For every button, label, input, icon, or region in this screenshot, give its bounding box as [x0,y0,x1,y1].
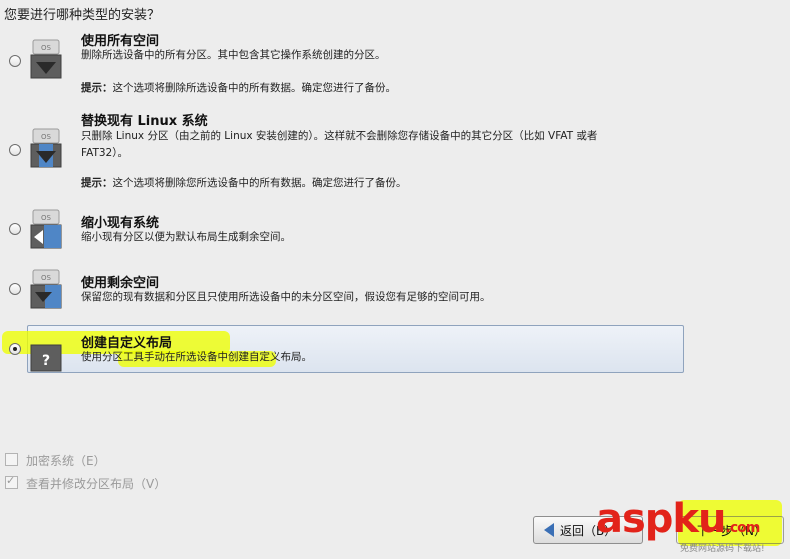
tip-text: 这个选项将删除所选设备中的所有数据。确定您进行了备份。 [112,82,397,94]
disk-erase-icon: OS [30,39,62,79]
arrow-left-icon [544,523,554,537]
option-use-all-space[interactable]: OS 使用所有空间 删除所选设备中的所有分区。其中包含其它操作系统创建的分区。 … [0,28,700,98]
checkbox-box[interactable] [5,474,18,489]
svg-text:OS: OS [41,133,52,141]
watermark-subtitle: 免费网站源码下载站! [680,544,765,554]
disk-shrink-icon: OS [30,209,62,249]
svg-text:OS: OS [41,274,52,282]
option-description: 删除所选设备中的所有分区。其中包含其它操作系统创建的分区。 [81,49,386,61]
install-type-question: 您要进行哪种类型的安装？ [4,8,161,23]
option-description: 只删除 Linux 分区（由之前的 Linux 安装创建的）。这样就不会删除您存… [81,130,598,159]
disk-custom-icon: ? [30,344,62,372]
watermark-brand: aspku [596,496,727,542]
svg-text:OS: OS [41,214,52,222]
option-custom-layout[interactable]: ? 创建自定义布局 使用分区工具手动在所选设备中创建自定义布局。 [0,330,700,372]
checkbox-label: 加密系统（E） [26,454,106,468]
radio-shrink-system[interactable] [9,223,21,235]
review-layout-checkbox[interactable]: 查看并修改分区布局（V） [5,474,167,492]
tip-text: 这个选项将删除您所选设备中的所有数据。确定您进行了备份。 [112,177,407,189]
option-title: 替换现有 Linux 系统 [81,114,208,129]
option-description: 保留您的现有数据和分区且只使用所选设备中的未分区空间，假设您有足够的空间可用。 [81,291,491,303]
option-replace-linux[interactable]: OS 替换现有 Linux 系统 只删除 Linux 分区（由之前的 Linux… [0,108,700,194]
disk-free-space-icon: OS [30,269,62,309]
tip-label: 提示： [81,82,113,94]
radio-use-free-space[interactable] [9,283,21,295]
aspku-watermark: aspku.com [596,496,761,542]
tip-label: 提示： [81,177,113,189]
svg-text:?: ? [42,353,50,369]
option-tip: 提示：这个选项将删除所选设备中的所有数据。确定您进行了备份。 [81,80,396,95]
checkbox-label: 查看并修改分区布局（V） [26,477,167,491]
option-shrink-system[interactable]: OS 缩小现有系统 缩小现有分区以便为默认布局生成剩余空间。 [0,209,700,254]
radio-use-all-space[interactable] [9,55,21,67]
radio-replace-linux[interactable] [9,144,21,156]
option-use-free-space[interactable]: OS 使用剩余空间 保留您的现有数据和分区且只使用所选设备中的未分区空间，假设您… [0,269,700,314]
encrypt-system-checkbox[interactable]: 加密系统（E） [5,452,106,469]
checkbox-box[interactable] [5,453,18,466]
disk-replace-icon: OS [30,128,62,168]
option-description: 缩小现有分区以便为默认布局生成剩余空间。 [81,231,291,243]
option-tip: 提示：这个选项将删除您所选设备中的所有数据。确定您进行了备份。 [81,175,407,190]
watermark-tld: .com [725,520,761,536]
svg-text:OS: OS [41,44,52,52]
radio-custom-layout[interactable] [9,343,21,355]
option-description: 使用分区工具手动在所选设备中创建自定义布局。 [81,351,312,363]
